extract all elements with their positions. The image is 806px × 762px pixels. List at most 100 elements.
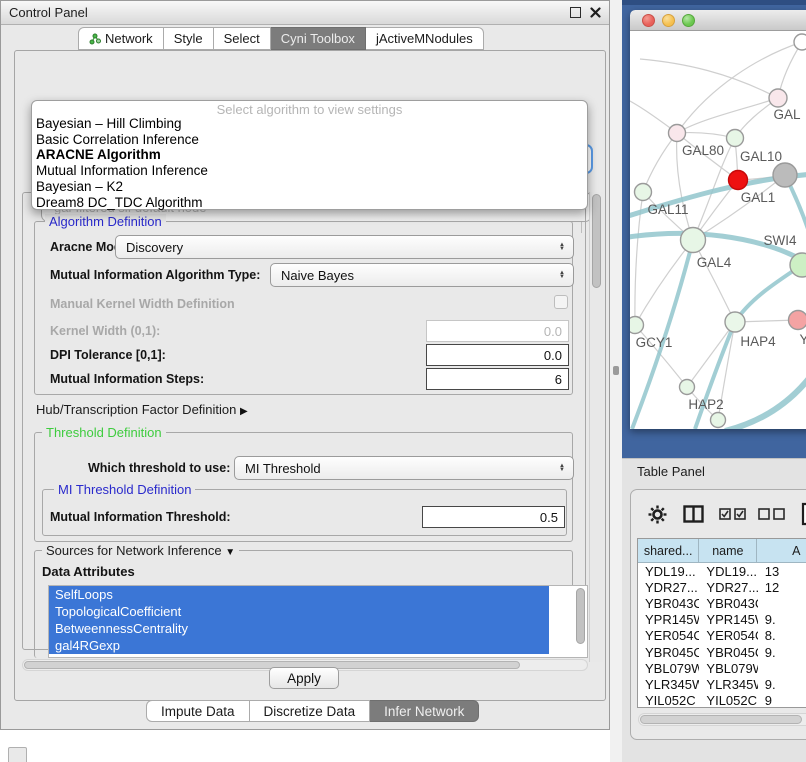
attribute-list-item[interactable]: BetweennessCentrality: [49, 620, 549, 637]
network-edge[interactable]: [677, 98, 778, 133]
tab-label: jActiveMNodules: [376, 31, 473, 46]
table-cell: YDR27...: [699, 579, 757, 595]
kernel-width-input[interactable]: 0.0: [426, 320, 569, 342]
tab-select[interactable]: Select: [214, 27, 271, 50]
network-edge[interactable]: [725, 369, 806, 429]
screen: Control Panel NetworkStyleSelectCyni Too…: [0, 0, 806, 762]
mi-threshold-input[interactable]: 0.5: [422, 506, 565, 528]
network-node-gal10[interactable]: [727, 130, 744, 147]
table-cell: 8.: [758, 628, 806, 644]
settings-scrollbar-thumb[interactable]: [592, 194, 601, 288]
table-row[interactable]: YER054CYER054C8.: [638, 628, 806, 644]
which-threshold-combo[interactable]: MI Threshold ▲▼: [234, 456, 574, 480]
dropdown-item[interactable]: Bayesian – Hill Climbing: [32, 116, 587, 132]
table-row[interactable]: YBR043CYBR043C: [638, 595, 806, 611]
collapsed-arrow-icon: ▶: [240, 406, 248, 417]
network-node-hap2[interactable]: [680, 380, 695, 395]
sources-title[interactable]: Sources for Network Inference ▼: [42, 543, 239, 558]
table-row[interactable]: YDL19...YDL19...13: [638, 563, 806, 579]
close-icon[interactable]: [590, 7, 601, 18]
table-row[interactable]: YDR27...YDR27...12: [638, 579, 806, 595]
network-node[interactable]: [711, 413, 726, 428]
network-node[interactable]: [794, 34, 806, 50]
table-panel-title: Table Panel: [637, 464, 705, 479]
table-toolbar: [631, 498, 806, 530]
minimized-panel-icon[interactable]: [8, 747, 27, 762]
network-window-titlebar: [630, 10, 806, 31]
node-label: GAL10: [740, 149, 782, 164]
gear-icon[interactable]: [648, 505, 667, 524]
dpi-tolerance-input[interactable]: 0.0: [426, 344, 569, 366]
table-cell: YBR043C: [699, 595, 757, 611]
hub-definition-toggle[interactable]: Hub/Transcription Factor Definition ▶: [36, 402, 248, 417]
table-cell: YLR345W: [638, 676, 699, 692]
network-edge[interactable]: [635, 240, 693, 325]
bottom-tab-infer-network[interactable]: Infer Network: [370, 700, 479, 722]
table-cell: YPR145W: [699, 612, 757, 628]
tab-cyni-toolbox[interactable]: Cyni Toolbox: [271, 27, 366, 50]
mi-type-combo[interactable]: Naive Bayes ▲▼: [270, 263, 574, 287]
control-panel-window: Control Panel NetworkStyleSelectCyni Too…: [0, 0, 610, 730]
dropdown-item[interactable]: Bayesian – K2: [32, 179, 587, 195]
dropdown-item[interactable]: Basic Correlation Inference: [32, 132, 587, 148]
tab-jactivemnodules[interactable]: jActiveMNodules: [366, 27, 484, 50]
panel-splitter[interactable]: [610, 0, 622, 762]
attribute-list-item[interactable]: SelfLoops: [49, 586, 549, 603]
algorithm-dropdown-hint: Select algorithm to view settings: [32, 103, 587, 116]
network-edge[interactable]: [643, 133, 677, 192]
table-row[interactable]: YBL079WYBL079W: [638, 660, 806, 676]
table-row[interactable]: YLR345WYLR345W9.: [638, 676, 806, 692]
checked-boxes-icon[interactable]: [719, 508, 746, 520]
settings-scrollbar[interactable]: [589, 192, 603, 662]
network-edge[interactable]: [687, 322, 735, 387]
column-header[interactable]: name: [699, 539, 757, 563]
apply-button[interactable]: Apply: [269, 667, 339, 689]
mi-threshold-title: MI Threshold Definition: [54, 482, 195, 497]
zoom-traffic-light-icon[interactable]: [682, 14, 695, 27]
dropdown-item[interactable]: ARACNE Algorithm: [32, 147, 587, 163]
splitter-handle-icon[interactable]: [613, 366, 619, 375]
network-node-gal4[interactable]: [681, 228, 706, 253]
table-cell: YPR145W: [638, 612, 699, 628]
minimize-traffic-light-icon[interactable]: [662, 14, 675, 27]
network-node-y[interactable]: [789, 311, 806, 330]
close-traffic-light-icon[interactable]: [642, 14, 655, 27]
attributes-scrollbar-thumb[interactable]: [576, 588, 585, 644]
float-icon[interactable]: [570, 7, 581, 18]
unchecked-boxes-icon[interactable]: [758, 508, 785, 520]
manual-kernel-checkbox[interactable]: [554, 295, 568, 309]
table-row[interactable]: YBR045CYBR045C9.: [638, 644, 806, 660]
network-node-gcy1[interactable]: [630, 317, 644, 334]
network-edge[interactable]: [693, 240, 735, 322]
bottom-tab-impute-data[interactable]: Impute Data: [146, 700, 250, 722]
attribute-list-item[interactable]: gal4RGexp: [49, 637, 549, 654]
node-label: GAL1: [741, 190, 776, 205]
tab-network[interactable]: Network: [78, 27, 164, 50]
dropdown-item[interactable]: Mutual Information Inference: [32, 163, 587, 179]
network-node[interactable]: [773, 163, 797, 187]
dropdown-item[interactable]: Dream8 DC_TDC Algorithm: [32, 195, 587, 211]
network-node-hap4[interactable]: [725, 312, 745, 332]
table-row[interactable]: YPR145WYPR145W9.: [638, 612, 806, 628]
column-header[interactable]: A: [757, 539, 806, 563]
network-node-gal80[interactable]: [669, 125, 686, 142]
bottom-tab-discretize-data[interactable]: Discretize Data: [250, 700, 371, 722]
network-node-gal[interactable]: [769, 89, 787, 107]
table-cell: YBR043C: [638, 595, 699, 611]
page-icon[interactable]: [801, 502, 806, 526]
table-hscrollbar[interactable]: [638, 713, 806, 726]
tab-style[interactable]: Style: [164, 27, 214, 50]
attribute-list-item[interactable]: TopologicalCoefficient: [49, 603, 549, 620]
node-table: shared...nameA YDL19...YDL19...13YDR27..…: [637, 538, 806, 708]
table-hscrollbar-thumb[interactable]: [640, 715, 802, 724]
column-header[interactable]: shared...: [638, 539, 699, 563]
node-label: GAL80: [682, 143, 724, 158]
network-node-gal11[interactable]: [635, 184, 652, 201]
aracne-mode-combo[interactable]: Discovery ▲▼: [115, 235, 574, 259]
columns-icon[interactable]: [683, 505, 704, 523]
table-row[interactable]: YIL052CYIL052C9: [638, 693, 806, 709]
network-node-gal1[interactable]: [729, 171, 748, 190]
network-canvas[interactable]: GALGAL80GAL10GAL1GAL11GAL4SWI4GCY1HAP4YH…: [630, 31, 806, 429]
network-edge[interactable]: [640, 59, 778, 98]
mi-steps-input[interactable]: 6: [426, 368, 569, 390]
